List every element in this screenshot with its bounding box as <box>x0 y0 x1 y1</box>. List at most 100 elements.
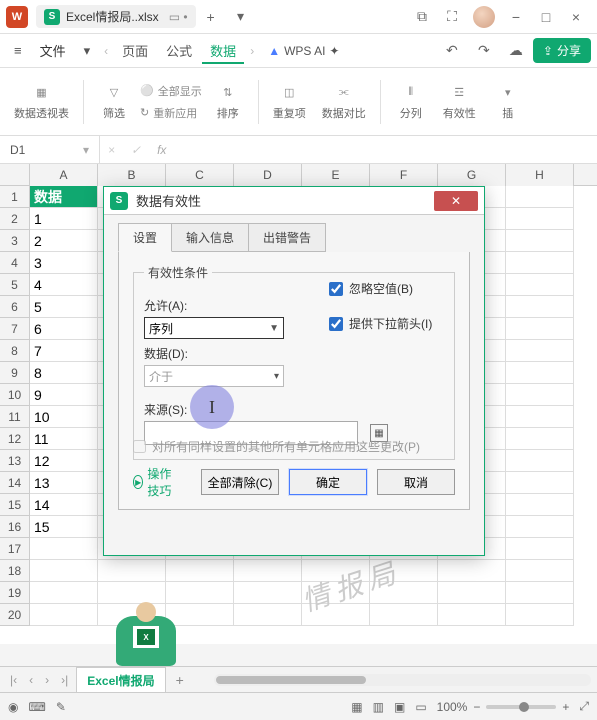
zoom-out-button[interactable]: − <box>473 700 480 714</box>
cell[interactable] <box>438 604 506 626</box>
cell[interactable]: 1 <box>30 208 98 230</box>
cell[interactable]: 10 <box>30 406 98 428</box>
row-header[interactable]: 7 <box>0 318 30 340</box>
cell[interactable] <box>234 582 302 604</box>
cell[interactable] <box>234 560 302 582</box>
dialog-titlebar[interactable]: S 数据有效性 ✕ <box>104 187 484 215</box>
cell[interactable]: 2 <box>30 230 98 252</box>
cell[interactable]: 3 <box>30 252 98 274</box>
sheet-tab[interactable]: Excel情报局 <box>76 667 165 693</box>
tab-menu-icon[interactable]: ▭ • <box>169 10 188 24</box>
cell[interactable]: 14 <box>30 494 98 516</box>
cell[interactable] <box>302 604 370 626</box>
share-button[interactable]: ⇪ 分享 <box>533 38 591 63</box>
cell[interactable] <box>438 560 506 582</box>
ok-button[interactable]: 确定 <box>289 469 367 495</box>
close-window-icon[interactable]: × <box>567 8 585 26</box>
readmode-icon[interactable]: ◉ <box>8 700 18 714</box>
cell[interactable]: 9 <box>30 384 98 406</box>
cell[interactable] <box>506 516 574 538</box>
tab-settings[interactable]: 设置 <box>118 223 172 252</box>
minimize-icon[interactable]: − <box>507 8 525 26</box>
menu-formula[interactable]: 公式 <box>158 37 200 64</box>
row-header[interactable]: 13 <box>0 450 30 472</box>
ribbon-data-validity[interactable]: ☲ 有效性 <box>437 78 482 125</box>
cell[interactable] <box>30 582 98 604</box>
cell[interactable] <box>506 340 574 362</box>
undo-icon[interactable]: ↶ <box>443 42 461 60</box>
row-header[interactable]: 14 <box>0 472 30 494</box>
cell[interactable] <box>30 560 98 582</box>
cell[interactable] <box>506 274 574 296</box>
row-header[interactable]: 12 <box>0 428 30 450</box>
cell[interactable] <box>506 428 574 450</box>
cell[interactable] <box>506 208 574 230</box>
cell[interactable]: 4 <box>30 274 98 296</box>
wallet-icon[interactable]: ⛶ <box>443 8 461 26</box>
allow-select[interactable]: 序列 ▼ <box>144 317 284 339</box>
redo-icon[interactable]: ↷ <box>475 42 493 60</box>
new-tab-button[interactable]: + <box>202 8 220 26</box>
tab-next-icon[interactable]: › <box>246 44 258 58</box>
cell[interactable] <box>506 230 574 252</box>
tab-prev-icon[interactable]: ‹ <box>100 44 112 58</box>
view-page-icon[interactable]: ▥ <box>373 700 384 714</box>
horizontal-scrollbar[interactable] <box>214 674 591 686</box>
hamburger-icon[interactable]: ≡ <box>6 39 30 62</box>
tab-error-alert[interactable]: 出错警告 <box>248 223 326 252</box>
sheet-prev-icon[interactable]: ‹ <box>25 673 37 687</box>
menu-file-dropdown-icon[interactable]: ▾ <box>76 39 99 63</box>
row-header[interactable]: 2 <box>0 208 30 230</box>
row-header[interactable]: 11 <box>0 406 30 428</box>
row-header[interactable]: 8 <box>0 340 30 362</box>
file-tab[interactable]: S Excel情报局..xlsx ▭ • <box>36 5 196 28</box>
view-break-icon[interactable]: ▣ <box>394 700 405 714</box>
col-header[interactable]: A <box>30 164 98 186</box>
col-header[interactable]: B <box>98 164 166 186</box>
cell[interactable] <box>506 472 574 494</box>
cell[interactable]: 7 <box>30 340 98 362</box>
cell[interactable] <box>302 582 370 604</box>
cell[interactable] <box>506 560 574 582</box>
ignore-blank-input[interactable] <box>329 282 343 296</box>
cancel-button[interactable]: 取消 <box>377 469 455 495</box>
zoom-slider[interactable] <box>486 705 556 709</box>
row-header[interactable]: 10 <box>0 384 30 406</box>
ribbon-data-compare[interactable]: ⫘ 数据对比 <box>316 78 372 125</box>
cell[interactable] <box>506 296 574 318</box>
dialog-close-button[interactable]: ✕ <box>434 191 478 211</box>
formula-cancel-icon[interactable]: × <box>100 143 123 157</box>
show-dropdown-input[interactable] <box>329 317 343 331</box>
cell[interactable]: 数据 <box>30 186 98 208</box>
cell[interactable] <box>506 494 574 516</box>
sheet-next-icon[interactable]: › <box>41 673 53 687</box>
row-header[interactable]: 5 <box>0 274 30 296</box>
cell[interactable]: 6 <box>30 318 98 340</box>
cell[interactable] <box>370 604 438 626</box>
col-header[interactable]: F <box>370 164 438 186</box>
cell[interactable] <box>302 560 370 582</box>
sheet-first-icon[interactable]: |‹ <box>6 673 21 687</box>
window-icon[interactable]: ⧉ <box>413 8 431 26</box>
cell[interactable]: 11 <box>30 428 98 450</box>
cell[interactable]: 8 <box>30 362 98 384</box>
cell[interactable] <box>98 560 166 582</box>
ribbon-sort[interactable]: ⇅ 排序 <box>206 78 250 125</box>
scrollbar-thumb[interactable] <box>216 676 366 684</box>
cell[interactable] <box>166 560 234 582</box>
row-header[interactable]: 1 <box>0 186 30 208</box>
menu-file[interactable]: 文件 <box>32 37 74 64</box>
row-header[interactable]: 20 <box>0 604 30 626</box>
avatar[interactable] <box>473 6 495 28</box>
col-header[interactable]: G <box>438 164 506 186</box>
show-dropdown-checkbox[interactable]: 提供下拉箭头(I) <box>329 315 432 332</box>
status-icon[interactable]: ⌨ <box>28 700 45 714</box>
cloud-icon[interactable]: ☁ <box>507 42 525 60</box>
ribbon-show-all[interactable]: ⚪全部显示 <box>140 83 202 99</box>
cell-reference-box[interactable]: D1 ▾ <box>0 136 100 163</box>
wps-ai-button[interactable]: ▲ WPS AI ✦ <box>268 44 339 58</box>
cell[interactable] <box>506 252 574 274</box>
formula-confirm-icon[interactable]: ✓ <box>123 143 149 157</box>
cell[interactable] <box>506 384 574 406</box>
row-header[interactable]: 9 <box>0 362 30 384</box>
